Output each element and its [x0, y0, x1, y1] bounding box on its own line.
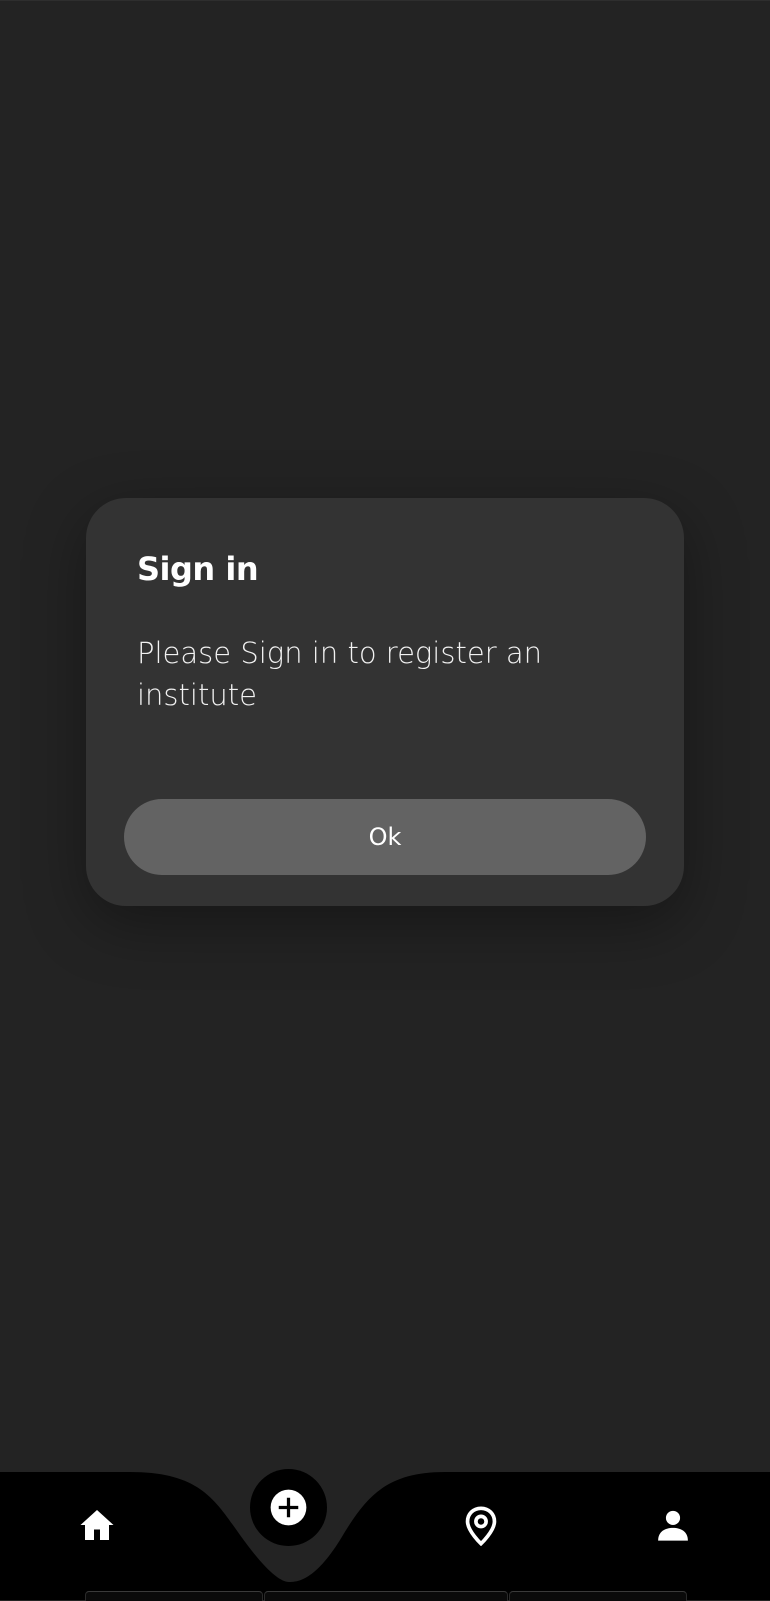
dialog-title: Sign in — [137, 550, 259, 588]
dialog-message: Please Sign in to register an institute — [137, 636, 542, 712]
status-bar-divider — [0, 0, 770, 1]
location-pin-icon[interactable] — [464, 1506, 498, 1546]
ok-button[interactable]: Ok — [124, 799, 646, 875]
sign-in-dialog: Sign in Please Sign in to register an in… — [86, 498, 684, 906]
home-icon[interactable] — [79, 1508, 115, 1542]
bottom-navigation-bar — [0, 1440, 770, 1600]
nav-bar-background — [0, 1472, 770, 1600]
add-circle-icon — [270, 1489, 307, 1526]
person-icon[interactable] — [656, 1508, 690, 1542]
add-institute-button[interactable] — [250, 1469, 327, 1546]
